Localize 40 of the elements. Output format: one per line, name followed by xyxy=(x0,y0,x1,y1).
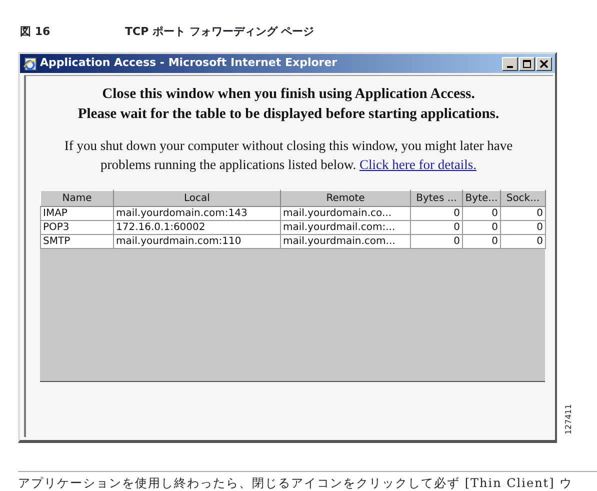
close-icon xyxy=(539,58,549,68)
table-cell: mail.yourdmain.com:110 xyxy=(114,234,280,248)
table-cell: 0 xyxy=(500,220,546,234)
maximize-icon xyxy=(522,58,532,68)
column-header[interactable]: Local xyxy=(114,190,280,206)
warning-text: If you shut down your computer without closing this window, you might later have problems running the applications listed below. Click here for details. xyxy=(63,137,514,174)
column-header[interactable]: Bytes ... xyxy=(410,190,462,206)
figure-caption: TCP ポート フォワーディング ページ xyxy=(125,24,314,40)
table-cell: 0 xyxy=(462,206,500,220)
minimize-button[interactable] xyxy=(502,56,518,70)
table-cell: mail.yourdmail.com:... xyxy=(280,220,410,234)
maximize-button[interactable] xyxy=(519,56,535,70)
browser-icon xyxy=(23,56,37,70)
table-cell: mail.yourdomain.co... xyxy=(280,206,410,220)
table-cell: mail.yourdomain.com:143 xyxy=(114,206,280,220)
table-cell: IMAP xyxy=(40,206,114,220)
notice-text: Please wait for the table to be displayed before starting applications. xyxy=(76,105,500,124)
column-header[interactable]: Name xyxy=(40,190,114,206)
table-cell: 172.16.0.1:60002 xyxy=(114,220,280,234)
table-cell: 0 xyxy=(500,234,546,248)
body-text: アプリケーションを使用し終わったら、閉じるアイコンをクリックして必ず [Thin Client] ウ xyxy=(18,475,574,491)
table-cell: 0 xyxy=(410,220,462,234)
table-cell: POP3 xyxy=(40,220,114,234)
table-cell: 0 xyxy=(500,206,546,220)
table-cell: SMTP xyxy=(40,234,114,248)
table-cell: 0 xyxy=(410,234,462,248)
table-cell: mail.yourdmain.com... xyxy=(280,234,410,248)
window-title: Application Access - Microsoft Internet Explorer xyxy=(40,55,338,72)
details-link[interactable]: Click here for details. xyxy=(359,157,476,172)
table-cell: 0 xyxy=(410,206,462,220)
column-header[interactable]: Byte... xyxy=(462,190,500,206)
figure-id: 127411 xyxy=(563,404,574,435)
column-header[interactable]: Remote xyxy=(280,190,410,206)
minimize-icon xyxy=(507,66,513,68)
notice-text: Close this window when you finish using Application Access. xyxy=(101,85,476,104)
table-cell: 0 xyxy=(462,220,500,234)
table-cell: 0 xyxy=(462,234,500,248)
figure-number: 図 16 xyxy=(20,24,52,40)
close-button[interactable] xyxy=(536,56,552,70)
column-header[interactable]: Sock... xyxy=(500,190,546,206)
